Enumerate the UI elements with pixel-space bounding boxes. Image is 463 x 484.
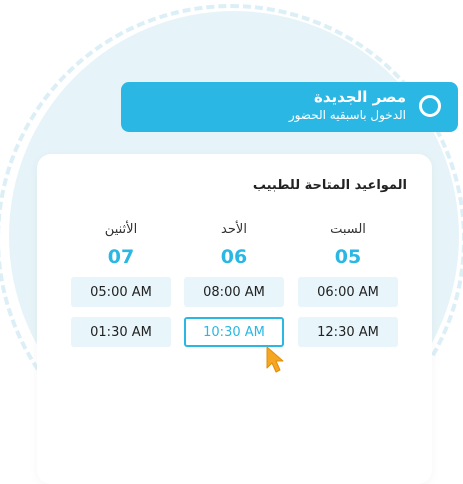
- day-number: 07: [107, 246, 135, 268]
- radio-icon[interactable]: [419, 95, 441, 117]
- day-column-sunday: الأحد 06: [184, 220, 284, 268]
- clinic-location-subtitle: الدخول باسبقيه الحضور: [288, 108, 406, 122]
- day-number: 05: [334, 246, 362, 268]
- time-slot[interactable]: 01:30 AM: [71, 317, 171, 347]
- day-column-monday: الأثنين 07: [71, 220, 171, 268]
- day-name: الأثنين: [104, 222, 138, 237]
- day-name: السبت: [330, 222, 366, 237]
- appointments-title: المواعيد المتاحة للطبيب: [252, 178, 407, 193]
- time-slot[interactable]: 08:00 AM: [184, 277, 284, 307]
- day-column-saturday: السبت 05: [298, 220, 398, 268]
- clinic-location-option[interactable]: مصر الجديدة الدخول باسبقيه الحضور: [121, 82, 458, 132]
- available-appointments-card: المواعيد المتاحة للطبيب السبت 05 الأحد 0…: [37, 154, 432, 484]
- time-slot[interactable]: 12:30 AM: [298, 317, 398, 347]
- day-number: 06: [220, 246, 248, 268]
- time-slot-selected[interactable]: 10:30 AM: [184, 317, 284, 347]
- clinic-location-title: مصر الجديدة: [313, 88, 406, 106]
- mouse-pointer-icon: [266, 346, 284, 373]
- time-slot[interactable]: 05:00 AM: [71, 277, 171, 307]
- day-name: الأحد: [221, 222, 247, 237]
- time-slot[interactable]: 06:00 AM: [298, 277, 398, 307]
